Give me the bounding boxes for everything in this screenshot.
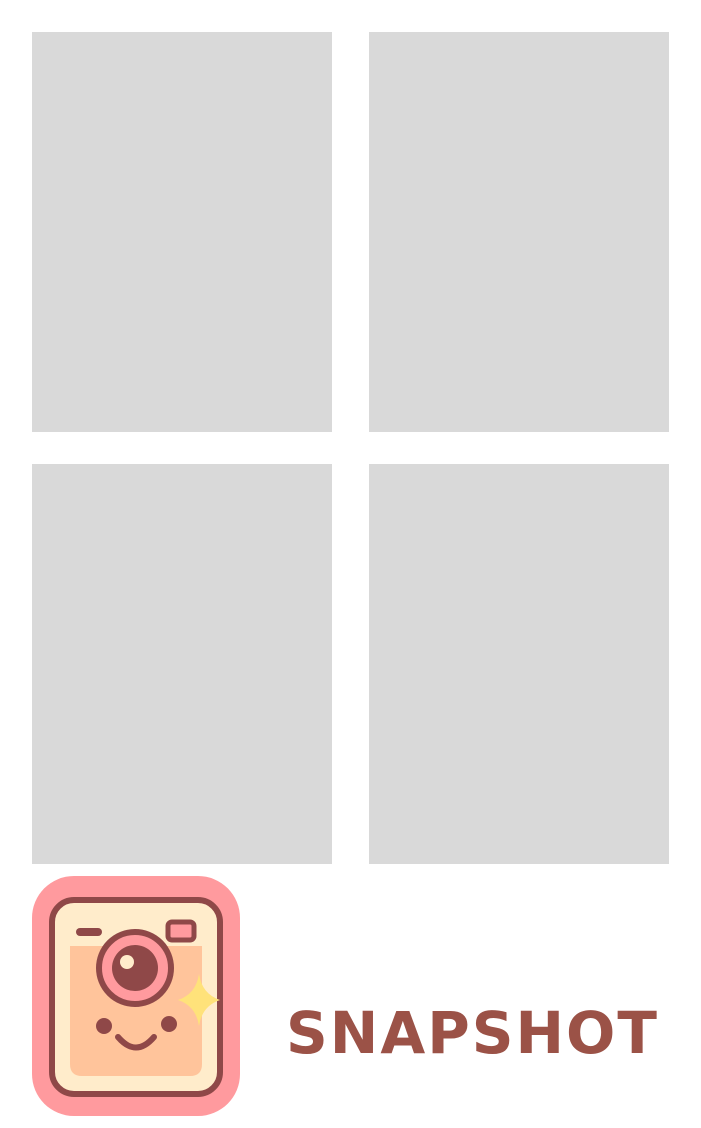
photo-slot-3: [32, 464, 332, 864]
photo-slot-4: [369, 464, 669, 864]
brand-name: SNAPSHOT: [286, 999, 659, 1067]
photo-slot-1: [32, 32, 332, 432]
photo-slot-2: [369, 32, 669, 432]
camera-face-icon: [32, 876, 240, 1116]
